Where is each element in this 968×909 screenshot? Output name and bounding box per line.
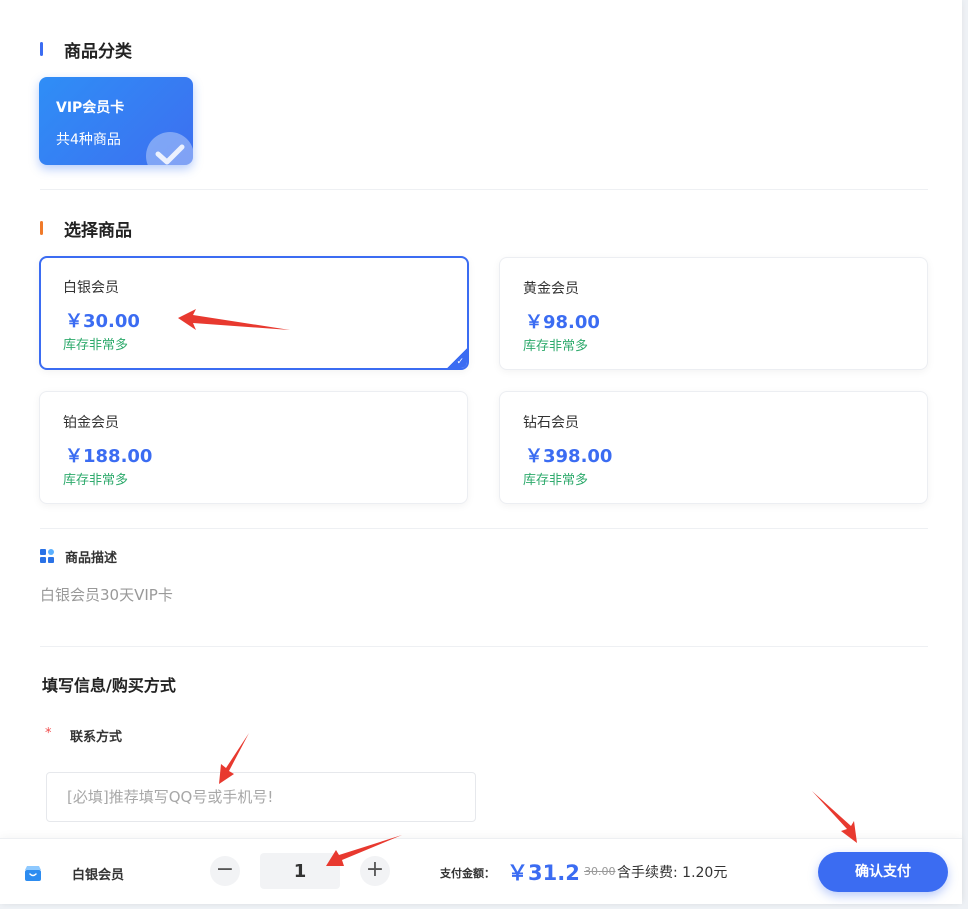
grid-icon	[40, 549, 55, 564]
product-name: 铂金会员	[63, 415, 119, 431]
form-title: 填写信息/购买方式	[42, 676, 176, 695]
product-price: ￥188.00	[65, 446, 153, 467]
description-text: 白银会员30天VIP卡	[40, 586, 173, 604]
category-section-title: 商品分类	[40, 39, 132, 62]
quantity-input[interactable]	[260, 853, 340, 889]
contact-input[interactable]	[46, 772, 476, 822]
shopping-bag-icon	[25, 866, 41, 881]
category-card-count: 共4种商品	[56, 132, 121, 148]
checkout-product-name: 白银会员	[72, 868, 125, 883]
pay-amount-label: 支付金额：	[440, 867, 495, 880]
product-card-platinum[interactable]: 铂金会员 ￥188.00 库存非常多	[39, 391, 468, 504]
product-name: 白银会员	[63, 280, 119, 296]
contact-label: 联系方式	[70, 730, 123, 745]
product-name: 黄金会员	[523, 281, 579, 297]
product-section-title: 选择商品	[40, 218, 132, 241]
product-title-text: 选择商品	[64, 220, 132, 241]
original-price: 30.00	[584, 865, 616, 878]
quantity-plus-button[interactable]: +	[360, 856, 390, 886]
description-title: 商品描述	[40, 547, 117, 566]
confirm-pay-button[interactable]: 确认支付	[818, 852, 948, 892]
product-stock: 库存非常多	[63, 338, 129, 353]
check-badge-icon	[146, 132, 193, 165]
category-card-name: VIP会员卡	[56, 100, 125, 116]
product-stock: 库存非常多	[523, 473, 589, 488]
divider	[40, 189, 928, 190]
checkout-bar: 白银会员 − + 支付金额： ￥31.2 30.00 含手续费: 1.20元 确…	[0, 838, 962, 904]
category-title-text: 商品分类	[64, 41, 132, 62]
pay-amount: ￥31.2	[507, 861, 580, 885]
category-card-vip[interactable]: VIP会员卡 共4种商品	[39, 77, 193, 165]
product-card-diamond[interactable]: 钻石会员 ￥398.00 库存非常多	[499, 391, 928, 504]
product-card-silver[interactable]: 白银会员 ￥30.00 库存非常多 ✓	[39, 256, 469, 370]
title-accent-bar	[40, 221, 43, 235]
description-title-text: 商品描述	[65, 551, 118, 566]
product-price: ￥30.00	[65, 311, 140, 332]
product-price: ￥398.00	[525, 446, 613, 467]
fee-text: 含手续费: 1.20元	[617, 865, 728, 881]
divider	[40, 528, 928, 529]
product-stock: 库存非常多	[523, 339, 589, 354]
product-name: 钻石会员	[523, 415, 579, 431]
product-price: ￥98.00	[525, 312, 600, 333]
required-mark: *	[45, 726, 52, 741]
divider	[40, 646, 928, 647]
product-card-gold[interactable]: 黄金会员 ￥98.00 库存非常多	[499, 257, 928, 370]
selected-corner-check-icon: ✓	[447, 348, 467, 368]
quantity-minus-button[interactable]: −	[210, 856, 240, 886]
main-card: 商品分类 VIP会员卡 共4种商品 选择商品 白银会员 ￥30.00 库存非常多…	[0, 0, 962, 904]
product-stock: 库存非常多	[63, 473, 129, 488]
title-accent-bar	[40, 42, 43, 56]
